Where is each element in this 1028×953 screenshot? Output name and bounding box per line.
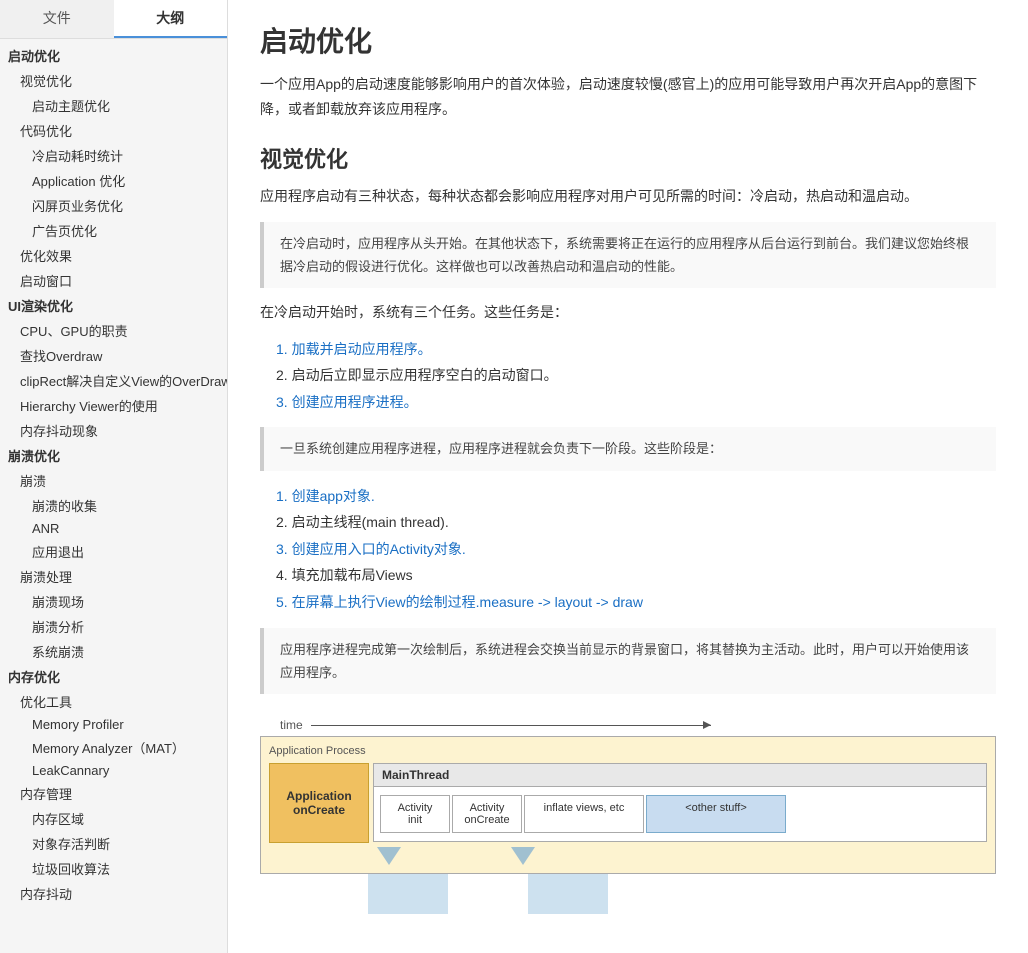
sidebar-item-startup-opt[interactable]: 启动优化: [0, 43, 227, 68]
phase-item-3: 4. 填充加载布局Views: [276, 562, 996, 589]
sidebar-item-opt-effect[interactable]: 优化效果: [0, 243, 227, 268]
sidebar-item-memory-analyzer[interactable]: Memory Analyzer（MAT）: [0, 735, 227, 760]
app-oncreate-box: ApplicationonCreate: [269, 763, 369, 843]
sidebar-item-find-overdraw[interactable]: 查找Overdraw: [0, 343, 227, 368]
sidebar-item-flash-page-opt[interactable]: 闪屏页业务优化: [0, 193, 227, 218]
section1-title: 视觉优化: [260, 142, 996, 174]
other-stuff-block: <other stuff>: [646, 795, 786, 833]
bar-2: [528, 874, 608, 914]
diagram-bottom-bars: [260, 874, 996, 914]
sidebar: 文件 大纲 启动优化视觉优化启动主题优化代码优化冷启动耗时统计Applicati…: [0, 0, 228, 953]
sidebar-item-code-opt[interactable]: 代码优化: [0, 118, 227, 143]
sidebar-item-splash-theme-opt[interactable]: 启动主题优化: [0, 93, 227, 118]
sidebar-item-ui-render-opt[interactable]: UI渲染优化: [0, 293, 227, 318]
sidebar-item-anr[interactable]: ANR: [0, 518, 227, 539]
sidebar-item-gc-method[interactable]: 垃圾回收算法: [0, 856, 227, 881]
phase-item-2: 3. 创建应用入口的Activity对象.: [276, 536, 996, 563]
sidebar-item-ad-page-opt[interactable]: 广告页优化: [0, 218, 227, 243]
app-process-label: Application Process: [269, 745, 987, 757]
activity-oncreate-block: ActivityonCreate: [452, 795, 522, 833]
inflate-views-block: inflate views, etc: [524, 795, 644, 833]
bar-1: [368, 874, 448, 914]
diagram-box: Application Process ApplicationonCreate …: [260, 736, 996, 874]
phase-list: 1. 创建app对象.2. 启动主线程(main thread).3. 创建应用…: [276, 483, 996, 616]
sidebar-item-opt-tools[interactable]: 优化工具: [0, 689, 227, 714]
sidebar-item-leakcannary[interactable]: LeakCannary: [0, 760, 227, 781]
sidebar-item-cliprect-customview[interactable]: clipRect解决自定义View的OverDraw: [0, 368, 227, 393]
sidebar-item-application-opt[interactable]: Application 优化: [0, 168, 227, 193]
sidebar-item-startup-window[interactable]: 启动窗口: [0, 268, 227, 293]
sidebar-item-cpu-gpu-role[interactable]: CPU、GPU的职责: [0, 318, 227, 343]
sidebar-item-crash-collect[interactable]: 崩溃的收集: [0, 493, 227, 518]
sidebar-item-memory-jitter[interactable]: 内存抖动现象: [0, 418, 227, 443]
sidebar-item-crash-handle[interactable]: 崩溃处理: [0, 564, 227, 589]
task-item-2: 3. 创建应用程序进程。: [276, 389, 996, 416]
diagram-container: time Application Process ApplicationonCr…: [260, 718, 996, 914]
tab-file[interactable]: 文件: [0, 0, 114, 38]
blockquote-3: 应用程序进程完成第一次绘制后，系统进程会交换当前显示的背景窗口，将其替换为主活动…: [260, 628, 996, 695]
sidebar-item-visual-opt[interactable]: 视觉优化: [0, 68, 227, 93]
sidebar-item-memory-manage[interactable]: 内存管理: [0, 781, 227, 806]
triangle-1: [377, 847, 401, 865]
sidebar-item-crash-opt[interactable]: 崩溃优化: [0, 443, 227, 468]
sidebar-tabs: 文件 大纲: [0, 0, 227, 39]
task-item-0: 1. 加载并启动应用程序。: [276, 336, 996, 363]
sidebar-item-crash-scene[interactable]: 崩溃现场: [0, 589, 227, 614]
sidebar-tree: 启动优化视觉优化启动主题优化代码优化冷启动耗时统计Application 优化闪…: [0, 39, 227, 953]
blockquote2-text: 一旦系统创建应用程序进程，应用程序进程就会负责下一阶段。这些阶段是：: [280, 441, 722, 456]
activity-init-block: Activityinit: [380, 795, 450, 833]
thread-blocks: Activityinit ActivityonCreate inflate vi…: [374, 787, 986, 841]
sidebar-item-memory-region[interactable]: 内存区域: [0, 806, 227, 831]
tab-outline[interactable]: 大纲: [114, 0, 228, 38]
intro-text: 一个应用App的启动速度能够影响用户的首次体验，启动速度较慢(感官上)的应用可能…: [260, 72, 996, 122]
main-thread-area: MainThread Activityinit ActivityonCreate…: [373, 763, 987, 842]
section1-para: 应用程序启动有三种状态，每种状态都会影响应用程序对用户可见所需的时间：冷启动，热…: [260, 184, 996, 209]
phase-item-0: 1. 创建app对象.: [276, 483, 996, 510]
sidebar-item-crash[interactable]: 崩溃: [0, 468, 227, 493]
main-thread-label: MainThread: [374, 764, 986, 787]
blockquote1-text: 在冷启动时，应用程序从头开始。在其他状态下，系统需要将正在运行的应用程序从后台运…: [280, 236, 969, 274]
blockquote-2: 一旦系统创建应用程序进程，应用程序进程就会负责下一阶段。这些阶段是：: [260, 427, 996, 470]
sidebar-item-cold-start-time[interactable]: 冷启动耗时统计: [0, 143, 227, 168]
phase-item-4: 5. 在屏幕上执行View的绘制过程.measure -> layout -> …: [276, 589, 996, 616]
sidebar-item-memory-profiler[interactable]: Memory Profiler: [0, 714, 227, 735]
sidebar-item-app-exit[interactable]: 应用退出: [0, 539, 227, 564]
task-item-1: 2. 启动后立即显示应用程序空白的启动窗口。: [276, 362, 996, 389]
time-label: time: [280, 718, 996, 732]
sidebar-item-hierarchy-viewer[interactable]: Hierarchy Viewer的使用: [0, 393, 227, 418]
time-arrow: [311, 725, 711, 726]
main-content: 启动优化 一个应用App的启动速度能够影响用户的首次体验，启动速度较慢(感官上)…: [228, 0, 1028, 953]
blockquote3-text: 应用程序进程完成第一次绘制后，系统进程会交换当前显示的背景窗口，将其替换为主活动…: [280, 642, 969, 680]
diagram-inner: ApplicationonCreate MainThread Activityi…: [269, 763, 987, 843]
diagram-triangles: [269, 847, 987, 865]
sidebar-item-memory-jitter2[interactable]: 内存抖动: [0, 881, 227, 906]
page-title: 启动优化: [260, 20, 996, 60]
triangle-2: [511, 847, 535, 865]
phase-item-1: 2. 启动主线程(main thread).: [276, 509, 996, 536]
sidebar-item-object-survival[interactable]: 对象存活判断: [0, 831, 227, 856]
task-list: 1. 加载并启动应用程序。2. 启动后立即显示应用程序空白的启动窗口。3. 创建…: [276, 336, 996, 416]
sidebar-item-memory-opt[interactable]: 内存优化: [0, 664, 227, 689]
sidebar-item-crash-analysis[interactable]: 崩溃分析: [0, 614, 227, 639]
sidebar-item-system-crash[interactable]: 系统崩溃: [0, 639, 227, 664]
section1-intro2: 在冷启动开始时，系统有三个任务。这些任务是：: [260, 300, 996, 325]
time-text: time: [280, 718, 303, 732]
blockquote-1: 在冷启动时，应用程序从头开始。在其他状态下，系统需要将正在运行的应用程序从后台运…: [260, 222, 996, 289]
app-oncreate-label: ApplicationonCreate: [286, 789, 351, 817]
